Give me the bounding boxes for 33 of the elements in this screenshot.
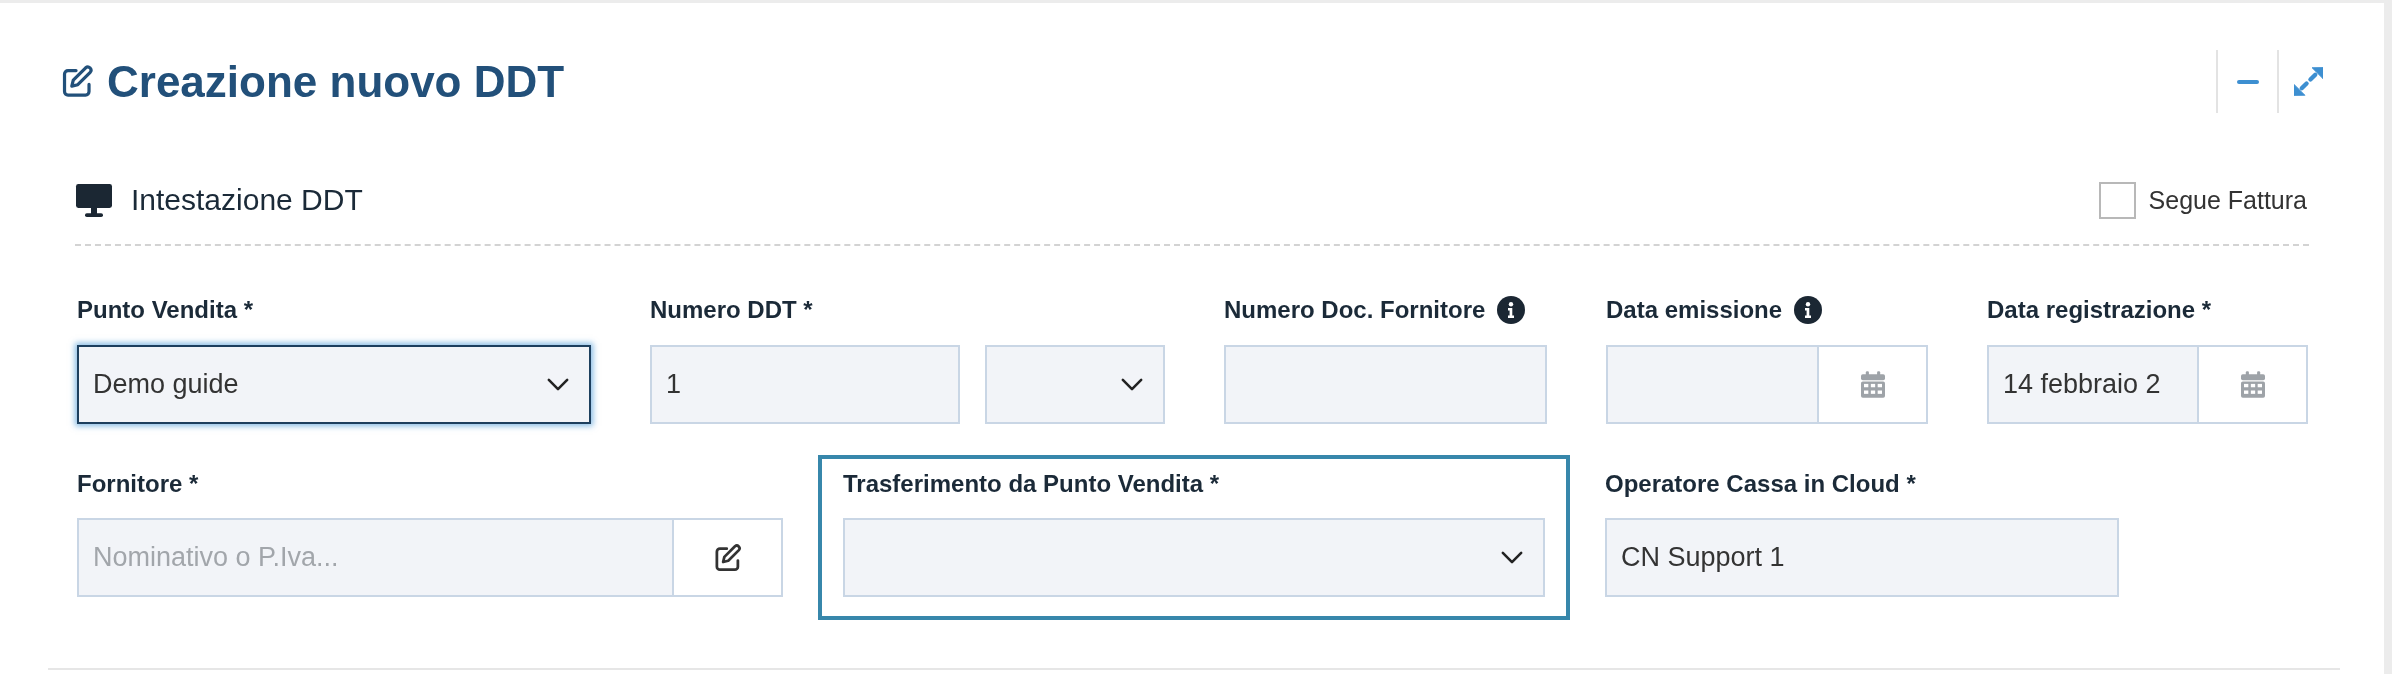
minus-icon	[2236, 79, 2259, 84]
field-label: Data emissione	[1606, 295, 1783, 325]
date-field[interactable]	[1606, 345, 1817, 424]
calendar-icon	[1860, 371, 1885, 398]
edit-button[interactable]	[672, 518, 783, 597]
field-label: Punto Vendita *	[77, 295, 253, 325]
input-field[interactable]: CN Support 1	[1605, 518, 2119, 597]
chevron-icon	[547, 378, 569, 391]
supplier-field[interactable]: Nominativo o P.Iva...	[77, 518, 672, 597]
field-label: Data registrazione *	[1987, 295, 2212, 325]
chevron-icon	[1121, 378, 1143, 391]
field-label: Operatore Cassa in Cloud *	[1605, 469, 1916, 499]
input-field[interactable]	[1224, 345, 1547, 424]
checkbox[interactable]	[2098, 181, 2136, 219]
field-label: Fornitore *	[77, 469, 199, 499]
select-field[interactable]	[985, 345, 1165, 424]
select-field[interactable]: Demo guide	[77, 345, 591, 424]
edit-icon	[60, 64, 95, 99]
field-label: Numero Doc. Fornitore	[1224, 295, 1486, 325]
expand-icon	[2294, 67, 2323, 96]
calendar-icon	[2240, 371, 2265, 398]
input-field[interactable]: 1	[650, 345, 960, 424]
select-field[interactable]	[843, 518, 1545, 597]
calendar-button[interactable]	[2197, 345, 2308, 424]
checkbox-label[interactable]: Segue Fattura	[2148, 185, 2307, 215]
panel-title: Creazione nuovo DDT	[107, 59, 565, 104]
date-field[interactable]: 14 febbraio 2	[1987, 345, 2197, 424]
monitor-icon	[75, 183, 113, 217]
calendar-button[interactable]	[1817, 345, 1928, 424]
section-title: Intestazione DDT	[131, 183, 363, 217]
field-label: Numero DDT *	[650, 295, 813, 325]
chevron-icon	[1501, 551, 1523, 564]
field-label: Trasferimento da Punto Vendita *	[843, 469, 1220, 499]
